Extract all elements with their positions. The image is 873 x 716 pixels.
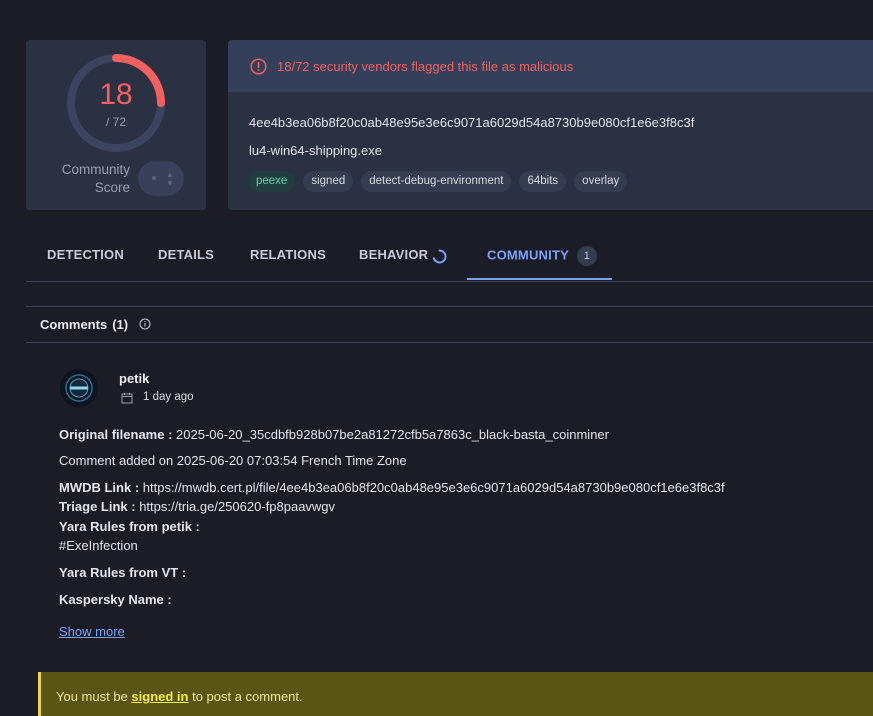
tab-detection[interactable]: DETECTION [47,247,124,262]
yara-petik-value: #ExeInfection [59,538,138,553]
active-tab-indicator [467,278,612,280]
kaspersky-label-text: Kaspersky Name : [59,592,172,607]
tag-overlay[interactable]: overlay [574,171,628,192]
file-info-card: 18/72 security vendors flagged this file… [228,40,873,210]
comment-added-line: Comment added on 2025-06-20 07:03:54 Fre… [59,453,407,468]
divider [26,342,873,343]
yara-petik-label-text: Yara Rules from petik : [59,519,200,534]
triage-line: Triage Link : https://tria.ge/250620-fp8… [59,499,335,514]
comment-time: 1 day ago [143,391,194,403]
alert-text: 18/72 security vendors flagged this file… [277,59,574,74]
signin-prefix: You must be [56,689,132,704]
tab-details[interactable]: DETAILS [158,247,214,262]
chevron-down-icon[interactable]: ▼ [166,180,174,188]
comment-author[interactable]: petik [119,371,149,386]
community-label-line2: Score [94,180,130,195]
triage-label: Triage Link : [59,499,136,514]
show-more-link[interactable]: Show more [59,624,125,639]
detection-score-card: 18 / 72 Community Score ▲ ▼ [26,40,206,210]
kaspersky-label: Kaspersky Name : [59,592,172,607]
triage-link[interactable]: https://tria.ge/250620-fp8paavwgv [136,499,335,514]
comments-count: (1) [112,317,129,332]
original-filename-label: Original filename : [59,427,173,442]
community-score-label: Community Score [48,161,130,197]
detection-total: / 72 [105,115,126,129]
tab-community[interactable]: COMMUNITY 1 [487,246,597,266]
community-score-dot [152,176,156,180]
tab-behavior[interactable]: BEHAVIOR [359,247,428,262]
tag-detect-debug-environment[interactable]: detect-debug-environment [361,171,512,192]
report-tabs: DETECTION DETAILS RELATIONS BEHAVIOR COM… [26,230,873,282]
comments-heading: Comments (1) [40,317,128,332]
signin-link[interactable]: signed in [131,689,188,704]
signin-suffix: to post a comment. [188,689,303,704]
avatar[interactable] [60,369,98,407]
malicious-alert: 18/72 security vendors flagged this file… [228,40,873,92]
community-label-line1: Community [61,162,130,177]
mwdb-link[interactable]: https://mwdb.cert.pl/file/4ee4b3ea06b8f2… [139,480,725,495]
mwdb-label: MWDB Link : [59,480,140,495]
original-filename-line: Original filename : 2025-06-20_35cdbfb92… [59,427,609,442]
file-tags: peexe signed detect-debug-environment 64… [248,171,628,192]
calendar-icon [121,392,133,404]
avatar-image [60,369,98,407]
comments-title: Comments [40,317,108,332]
original-filename-value: 2025-06-20_35cdbfb928b07be2a81272cfb5a78… [172,427,609,442]
mwdb-line: MWDB Link : https://mwdb.cert.pl/file/4e… [59,480,725,495]
tag-signed[interactable]: signed [303,171,354,192]
tag-peexe[interactable]: peexe [248,171,296,192]
detection-count: 18 [99,78,133,111]
community-count-badge: 1 [576,246,597,266]
alert-circle-icon [250,58,267,75]
tab-community-label: COMMUNITY [487,247,569,263]
file-hash[interactable]: 4ee4b3ea06b8f20c0ab48e95e3e6c9071a6029d5… [249,115,694,130]
spinner-icon [432,249,447,264]
tab-relations[interactable]: RELATIONS [250,247,326,262]
signin-notice-text: You must be signed in to post a comment. [56,689,303,704]
yara-vt-label-text: Yara Rules from VT : [59,565,187,580]
community-score-widget[interactable]: ▲ ▼ [138,161,184,196]
signin-notice: You must be signed in to post a comment. [38,672,873,716]
chevron-up-icon[interactable]: ▲ [166,171,174,179]
info-icon[interactable] [139,318,151,330]
yara-vt-label: Yara Rules from VT : [59,565,186,580]
divider [26,306,873,307]
tag-64bits[interactable]: 64bits [519,171,567,192]
yara-petik-label: Yara Rules from petik : [59,519,200,534]
file-name: lu4-win64-shipping.exe [249,143,382,158]
